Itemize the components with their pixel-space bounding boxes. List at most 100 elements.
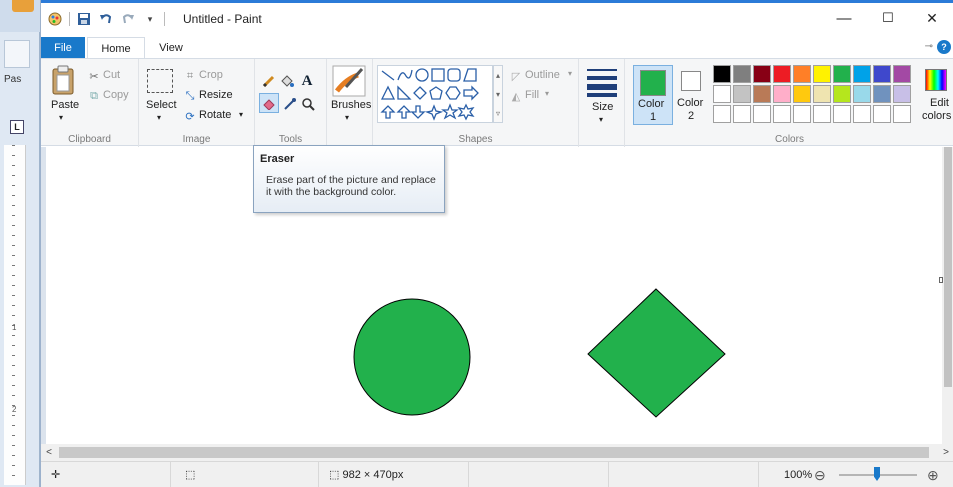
fill-bucket-icon[interactable] — [279, 73, 295, 89]
canvas-resize-handle[interactable] — [939, 277, 943, 283]
eraser-icon[interactable] — [259, 93, 279, 113]
horizontal-scrollbar[interactable]: < > — [41, 444, 953, 461]
tools-group: A Tools — [255, 59, 327, 147]
palette-color-swatch[interactable] — [893, 85, 911, 103]
size-dropdown-icon[interactable]: ▾ — [599, 115, 603, 124]
palette-color-swatch[interactable] — [793, 65, 811, 83]
cut-button[interactable]: Cut — [103, 69, 120, 81]
shapes-scroll-down-icon[interactable]: ▾ — [494, 85, 502, 104]
zoom-out-button[interactable]: ⊖ — [814, 467, 826, 484]
size-icon[interactable] — [587, 67, 617, 97]
copy-button[interactable]: Copy — [103, 89, 129, 101]
palette-color-swatch[interactable] — [733, 85, 751, 103]
scroll-right-icon[interactable]: > — [938, 444, 953, 461]
color-picker-icon[interactable] — [282, 96, 298, 112]
palette-color-swatch[interactable] — [773, 85, 791, 103]
palette-color-swatch[interactable] — [753, 85, 771, 103]
resize-button[interactable]: Resize — [199, 89, 233, 101]
size-group: Size ▾ — [579, 59, 625, 147]
brushes-icon[interactable] — [332, 65, 366, 97]
palette-color-swatch[interactable] — [773, 65, 791, 83]
palette-color-swatch[interactable] — [833, 105, 851, 123]
undo-icon[interactable] — [98, 11, 114, 27]
rotate-button[interactable]: Rotate — [199, 109, 231, 121]
zoom-slider-thumb[interactable] — [874, 467, 880, 481]
palette-color-swatch[interactable] — [753, 65, 771, 83]
palette-color-swatch[interactable] — [853, 65, 871, 83]
magnifier-icon[interactable] — [300, 96, 316, 112]
brushes-dropdown-icon[interactable]: ▾ — [345, 113, 349, 122]
palette-color-swatch[interactable] — [853, 85, 871, 103]
tab-home[interactable]: Home — [87, 37, 145, 59]
fill-dropdown-icon[interactable]: ▾ — [545, 89, 549, 98]
palette-color-swatch[interactable] — [733, 65, 751, 83]
palette-color-swatch[interactable] — [893, 65, 911, 83]
palette-color-swatch[interactable] — [813, 65, 831, 83]
tab-file[interactable]: File — [41, 37, 85, 59]
customize-toolbar-icon[interactable]: ▾ — [142, 11, 158, 27]
palette-color-swatch[interactable] — [713, 65, 731, 83]
shapes-scroll-up-icon[interactable]: ▴ — [494, 66, 502, 85]
brushes-button[interactable]: Brushes — [331, 99, 371, 111]
paste-icon[interactable] — [51, 65, 75, 95]
color2-button[interactable]: Color 2 — [675, 65, 709, 125]
select-button[interactable]: Select — [146, 99, 177, 111]
rotate-dropdown-icon[interactable]: ▾ — [239, 110, 243, 119]
palette-color-swatch[interactable] — [813, 105, 831, 123]
select-dropdown-icon[interactable]: ▾ — [157, 113, 161, 122]
color1-label: Color — [638, 98, 665, 110]
palette-color-swatch[interactable] — [873, 65, 891, 83]
text-tool-icon[interactable]: A — [299, 72, 315, 90]
palette-color-swatch[interactable] — [873, 85, 891, 103]
tooltip-title: Eraser — [260, 153, 295, 165]
pencil-icon[interactable] — [261, 73, 277, 89]
tab-view[interactable]: View — [145, 37, 197, 59]
palette-color-swatch[interactable] — [733, 105, 751, 123]
palette-color-swatch[interactable] — [873, 105, 891, 123]
size-button[interactable]: Size — [592, 101, 613, 113]
paste-button[interactable]: Paste — [51, 99, 79, 111]
palette-color-swatch[interactable] — [773, 105, 791, 123]
palette-color-swatch[interactable] — [833, 85, 851, 103]
paint-app-icon[interactable] — [47, 11, 63, 27]
palette-color-swatch[interactable] — [793, 105, 811, 123]
save-icon[interactable] — [76, 11, 92, 27]
edit-colors-label-2: colors — [922, 110, 952, 122]
drawing-canvas[interactable] — [46, 147, 942, 444]
image-size: ⬚ 982 × 470px — [319, 462, 469, 487]
select-icon[interactable] — [147, 69, 173, 93]
office-icon — [12, 0, 34, 12]
scroll-left-icon[interactable]: < — [41, 444, 57, 461]
shapes-gallery[interactable] — [377, 65, 493, 123]
minimize-button[interactable]: — — [822, 3, 866, 33]
vertical-scroll-thumb[interactable] — [944, 147, 952, 387]
shapes-scroll[interactable]: ▴ ▾ ▿ — [493, 65, 503, 123]
zoom-in-button[interactable]: ⊕ — [927, 467, 939, 484]
help-icon[interactable]: ? — [937, 40, 951, 54]
redo-icon[interactable] — [120, 11, 136, 27]
palette-color-swatch[interactable] — [893, 105, 911, 123]
palette-color-swatch[interactable] — [753, 105, 771, 123]
palette-color-swatch[interactable] — [713, 85, 731, 103]
ruler-toggle-button[interactable]: L — [10, 120, 24, 134]
paste-dropdown-icon[interactable]: ▾ — [59, 113, 63, 122]
palette-color-swatch[interactable] — [793, 85, 811, 103]
crop-button[interactable]: Crop — [199, 69, 223, 81]
shapes-more-icon[interactable]: ▿ — [494, 104, 502, 123]
close-button[interactable]: ✕ — [910, 3, 953, 33]
horizontal-scroll-thumb[interactable] — [59, 447, 929, 458]
edit-colors-button[interactable]: Edit colors — [915, 65, 953, 125]
status-cell — [469, 462, 609, 487]
vertical-scrollbar[interactable] — [942, 147, 953, 444]
window-title: Untitled - Paint — [183, 12, 262, 26]
collapse-ribbon-icon[interactable]: ⊸ — [925, 41, 933, 52]
outline-button[interactable]: Outline — [525, 69, 560, 81]
palette-color-swatch[interactable] — [833, 65, 851, 83]
palette-color-swatch[interactable] — [813, 85, 831, 103]
palette-color-swatch[interactable] — [853, 105, 871, 123]
outline-dropdown-icon[interactable]: ▾ — [568, 69, 572, 78]
palette-color-swatch[interactable] — [713, 105, 731, 123]
maximize-button[interactable]: ☐ — [866, 3, 910, 33]
color1-button[interactable]: Color 1 — [633, 65, 673, 125]
fill-button[interactable]: Fill — [525, 89, 539, 101]
